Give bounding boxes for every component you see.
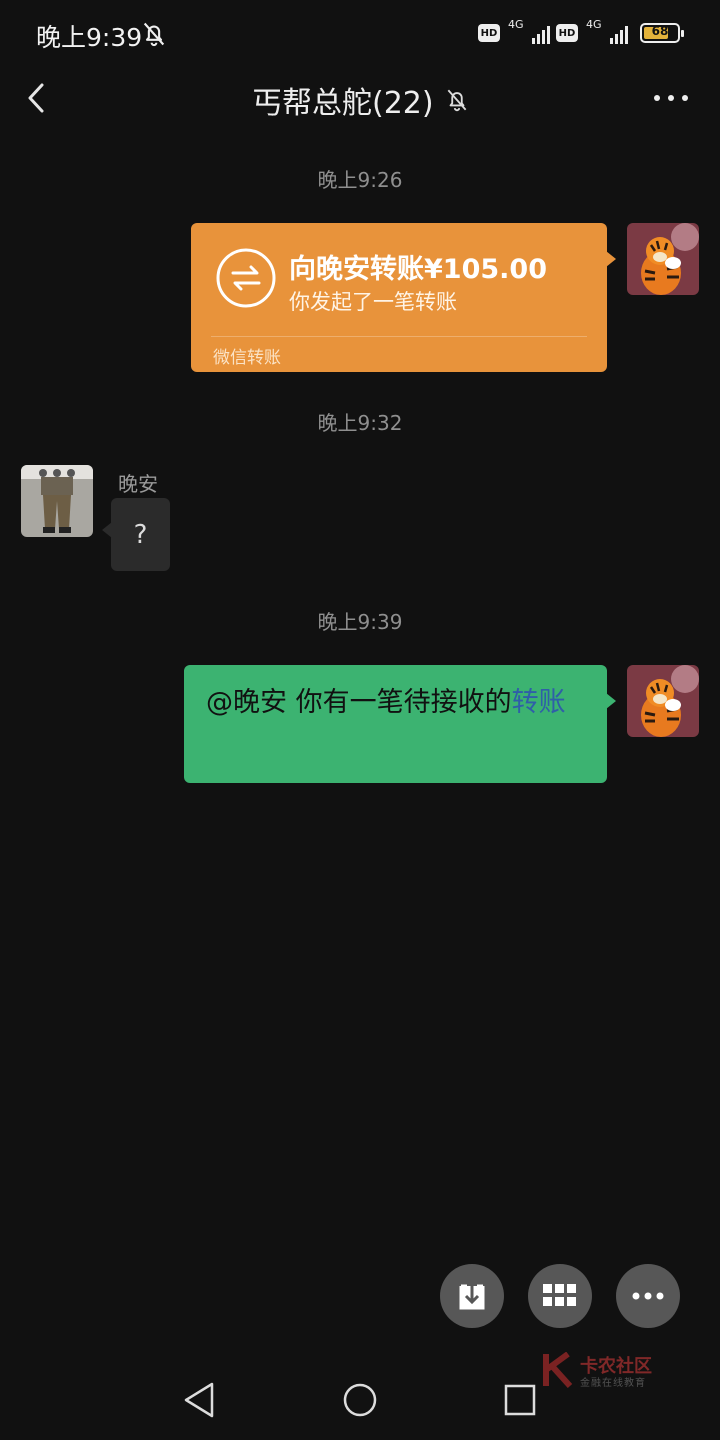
transfer-card[interactable]: 向晚安转账¥105.00 你发起了一笔转账 微信转账 (191, 223, 616, 372)
hd-badge: HD (478, 24, 500, 42)
incoming-message-bubble[interactable]: ? (102, 498, 170, 571)
message-timestamp: 晚上9:26 (317, 168, 403, 192)
network-label-2: 4G (586, 18, 602, 31)
hd-badge-2: HD (556, 24, 578, 42)
transfer-link[interactable]: 转账 (512, 687, 566, 718)
chat-title-group[interactable]: 丐帮总舵(22) (252, 78, 470, 122)
download-button[interactable] (440, 1264, 504, 1328)
system-home-icon[interactable] (340, 1380, 380, 1420)
chat-header: 丐帮总舵(22) (0, 60, 720, 136)
status-indicators: HD 4G HD 4G 68 (478, 18, 684, 46)
more-actions-button[interactable] (616, 1264, 680, 1328)
transfer-icon (216, 248, 276, 308)
member-avatar[interactable] (21, 465, 93, 537)
network-label: 4G (508, 18, 524, 31)
multi-select-button[interactable] (528, 1264, 592, 1328)
message-timestamp: 晚上9:39 (317, 610, 403, 634)
system-navigation-bar (0, 1360, 720, 1440)
message-timestamp: 晚上9:32 (317, 411, 403, 435)
transfer-subtitle: 你发起了一笔转账 (289, 290, 457, 314)
status-time: 晚上9:39 (36, 23, 143, 52)
signal-icon-2: 4G (584, 18, 628, 46)
chat-screen: 晚上9:39 HD 4G HD 4G 68 丐帮总舵(22) 晚上9:26 向晚… (0, 0, 720, 1440)
sender-name: 晚安 (118, 472, 158, 496)
self-avatar[interactable] (627, 665, 699, 737)
ellipsis-icon (632, 1292, 664, 1300)
system-recents-icon[interactable] (500, 1380, 540, 1420)
transfer-title: 向晚安转账¥105.00 (289, 254, 547, 285)
bell-off-icon (143, 22, 165, 47)
more-options-icon[interactable] (652, 88, 690, 108)
download-icon (459, 1284, 485, 1310)
divider (211, 336, 587, 337)
signal-icon: 4G (506, 18, 550, 46)
grid-icon (543, 1284, 576, 1306)
self-avatar[interactable] (627, 223, 699, 295)
outgoing-message-text: @晚安 你有一笔待接收的 (206, 687, 512, 718)
back-arrow-icon[interactable] (22, 80, 52, 116)
battery-level: 68 (651, 24, 669, 38)
outgoing-message-bubble[interactable]: @晚安 你有一笔待接收的转账 (184, 665, 616, 783)
transfer-footer: 微信转账 (213, 348, 281, 368)
battery-icon: 68 (640, 23, 684, 43)
mute-icon (447, 89, 466, 112)
chat-title: 丐帮总舵(22) (252, 86, 434, 121)
incoming-message-text: ? (133, 519, 148, 550)
system-back-icon[interactable] (180, 1380, 220, 1420)
